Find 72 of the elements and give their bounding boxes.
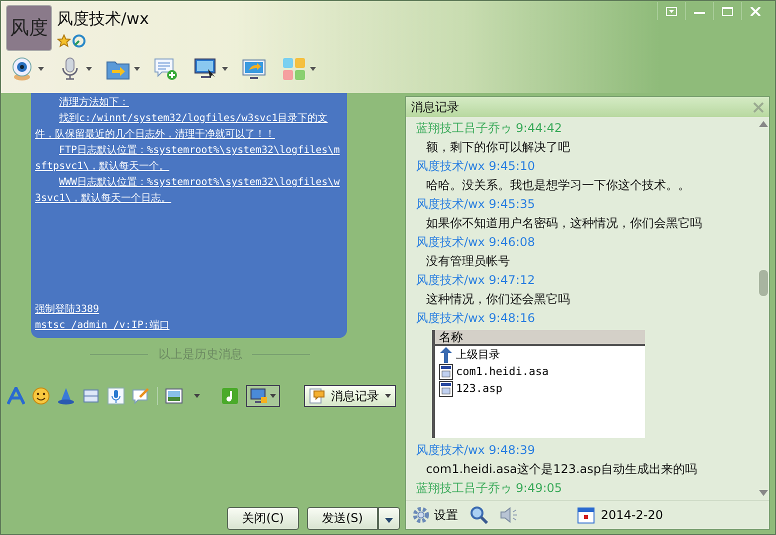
message-sender: 风度技术/wx 9:47:12 [416,272,536,289]
smiley-icon[interactable] [32,387,50,405]
caret-icon[interactable] [38,67,44,71]
message-paragraph: FTP日志默认位置：%systemroot%\system32\logfiles\msftpsvc1\，默认每天一个。 [35,144,341,174]
link-icon[interactable] [72,34,86,48]
caret-icon [384,394,391,398]
message-sender: 风度技术/wx 9:45:10 [416,158,536,175]
scroll-up-icon[interactable] [758,121,768,127]
message-text: 如果你不知道用户名密码，这种情况，你们会黑它吗 [424,215,703,232]
scrollbar-thumb[interactable] [758,270,768,296]
column-header: 名称 [434,330,645,346]
caret-icon[interactable] [310,67,316,71]
calendar-icon[interactable] [576,506,595,524]
dropdown-icon [666,6,677,16]
caret-icon[interactable] [222,67,228,71]
settings-button[interactable]: 设置 [412,506,458,524]
add-message-icon[interactable] [154,57,178,81]
message-paragraph: 清理方法如下： [58,96,130,110]
webcam-icon[interactable] [10,57,34,81]
file-icon [438,380,453,396]
contact-name: 风度技术/wx [57,9,149,30]
file-name: 123.asp [456,382,502,395]
message-paragraph: 找到c:/winnt/system32/logfiles/w3svc1目录下的文件，队保留最近的几个日志外，清理干净就可以了！！ [35,112,329,142]
message-text: 额，剩下的你可以解决了吧 [424,139,571,156]
message-text: com1.heidi.asa这个是123.asp自动生成出来的吗 [424,461,698,478]
message-history-button[interactable]: 消息记录 [304,385,396,407]
settings-icon [412,506,430,524]
caret-icon [270,394,276,398]
maximize-icon [722,6,733,16]
scroll-down-icon[interactable] [758,490,768,496]
music-note-icon[interactable] [221,387,239,405]
monitor-icon[interactable] [194,57,218,81]
font-icon[interactable] [7,387,25,405]
close-button[interactable]: 关闭(C) [227,507,299,530]
message-sender: 蓝翔技工吕子乔ゥ 9:44:42 [416,120,564,137]
message-sender: 蓝翔技工吕子乔ゥ 9:49:05 [416,480,564,497]
screen-share-icon[interactable] [242,57,266,81]
message-sender: 风度技术/wx 9:45:35 [416,196,536,213]
message-sender: 风度技术/wx 9:48:16 [416,310,536,327]
send-options-button[interactable] [378,507,400,530]
message-sender: 风度技术/wx 9:48:39 [416,442,536,459]
message-sender: 风度技术/wx 9:46:08 [416,234,536,251]
search-icon[interactable] [470,506,488,524]
caret-icon[interactable] [134,67,140,71]
speaker-icon[interactable] [500,506,518,524]
file-name: 上级目录 [456,347,500,362]
monitor-icon [250,388,268,404]
message-paragraph: WWW日志默认位置：%systemroot%\system32\logfiles\w3svc1\，默认每天一个日志。 [35,176,341,206]
chat-log-icon [308,388,325,404]
screenshot-button[interactable] [246,385,280,407]
message-line: 强制登陆3389 [35,302,100,317]
avatar[interactable]: 风度 [6,5,52,51]
note-pencil-icon[interactable] [132,387,150,405]
caret-icon[interactable] [194,394,200,398]
microphone-icon[interactable] [107,387,125,405]
date-label[interactable]: 2014-2-20 [600,508,663,522]
image-icon[interactable] [165,387,183,405]
file-icon [438,364,453,380]
message-line: mstsc /admin /v:IP:端口 [35,318,170,333]
panel-title: 消息记录 [410,98,459,116]
window-icon[interactable] [82,387,100,405]
message-text: 没有管理员帐号 [424,253,511,270]
wizard-hat-icon[interactable] [57,387,75,405]
message-text: 哈哈。没关系。我也是想学习一下你这个技术。。 [424,177,691,194]
caret-icon[interactable] [86,67,92,71]
message-text: 这种情况，你们还会黑它吗 [424,291,571,308]
send-button[interactable]: 发送(S) [306,507,378,530]
up-arrow-icon [438,346,453,362]
file-name: com1.heidi.asa [456,365,549,378]
star-icon[interactable] [57,34,71,48]
close-icon [750,6,761,16]
caret-icon [384,518,393,522]
